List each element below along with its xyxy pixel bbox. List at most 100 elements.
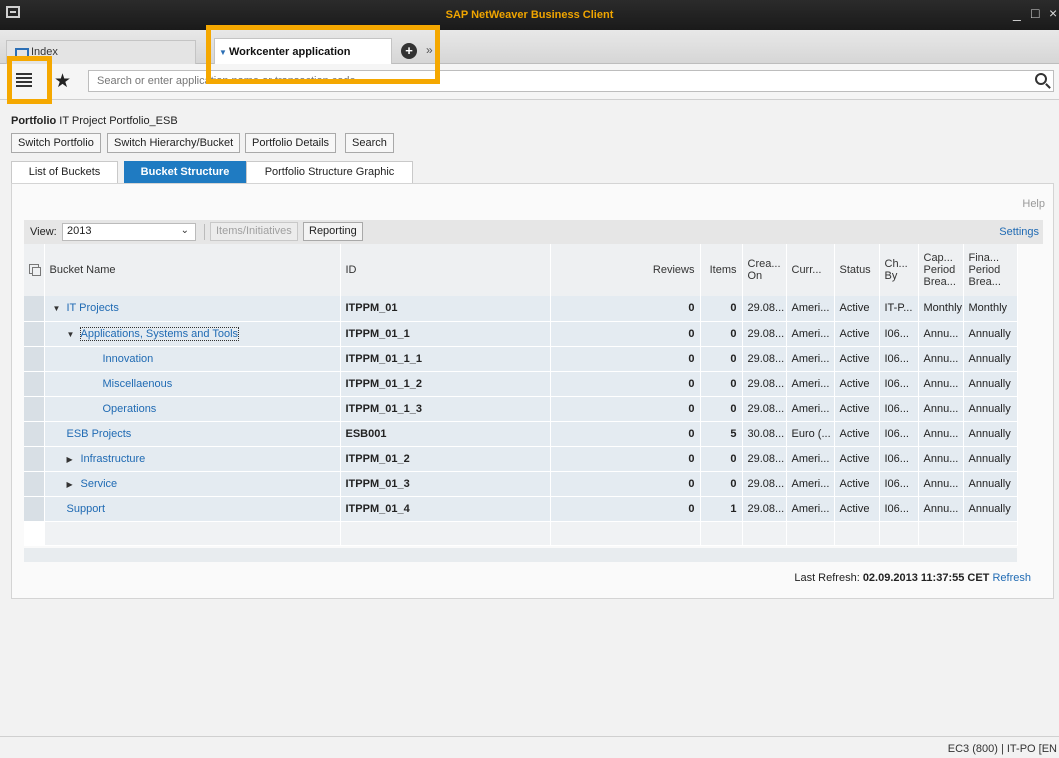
- cell-cap-period: Annu...: [918, 396, 964, 422]
- table-row[interactable]: Operations ITPPM_01_1_3 0 0 29.08... Ameri...…: [24, 396, 1018, 422]
- help-link[interactable]: Help: [1022, 198, 1045, 210]
- collapsed-caret-icon[interactable]: ▶: [67, 480, 81, 489]
- column-bucket-name[interactable]: Bucket Name: [44, 244, 341, 296]
- bucket-name-link[interactable]: Service: [81, 478, 118, 490]
- table-row[interactable]: Innovation ITPPM_01_1_1 0 0 29.08... Ameri...…: [24, 346, 1018, 372]
- cell-reviews: 0: [550, 421, 701, 447]
- row-selector[interactable]: [24, 496, 45, 522]
- table-row[interactable]: ▼ Applications, Systems and Tools ITPPM_01…: [24, 321, 1018, 347]
- table-row[interactable]: Miscellaenous ITPPM_01_1_2 0 0 29.08... Ameri…: [24, 371, 1018, 397]
- expanded-caret-icon[interactable]: ▼: [53, 304, 67, 313]
- table-row[interactable]: ESB Projects ESB001 0 5 30.08... Euro (... Act…: [24, 421, 1018, 447]
- cell-cap-period: Annu...: [918, 421, 964, 447]
- cell-currency: Ameri...: [786, 296, 835, 322]
- switch-hierarchy-button[interactable]: Switch Hierarchy/Bucket: [107, 133, 241, 153]
- cell-bucket-name[interactable]: Innovation: [44, 346, 341, 372]
- reporting-button[interactable]: Reporting: [303, 222, 363, 241]
- row-selector[interactable]: [24, 346, 45, 372]
- close-button[interactable]: ×: [1049, 5, 1057, 21]
- cell-items: 0: [700, 346, 743, 372]
- cell-fin-period: Annually: [963, 371, 1018, 397]
- settings-link[interactable]: Settings: [999, 226, 1039, 238]
- column-created-on[interactable]: Crea... On: [742, 244, 787, 296]
- cell-bucket-name[interactable]: ▶ Service: [44, 471, 341, 497]
- tab-list-of-buckets[interactable]: List of Buckets: [11, 161, 118, 183]
- row-selector[interactable]: [24, 471, 45, 497]
- favorites-star-icon[interactable]: ★: [54, 70, 71, 93]
- view-value: 2013: [67, 225, 92, 237]
- empty-cell: [918, 521, 964, 546]
- portfolio-details-button[interactable]: Portfolio Details: [245, 133, 337, 153]
- minimize-button[interactable]: _: [1013, 5, 1021, 21]
- cell-status: Active: [834, 496, 880, 522]
- cell-fin-period: Annually: [963, 321, 1018, 347]
- cell-changed-by: I06...: [879, 396, 919, 422]
- column-id[interactable]: ID: [340, 244, 551, 296]
- bucket-name-link[interactable]: Operations: [103, 403, 157, 415]
- row-selector[interactable]: [24, 296, 45, 322]
- cell-bucket-name[interactable]: ESB Projects: [44, 421, 341, 447]
- bucket-name-link[interactable]: Applications, Systems and Tools: [79, 326, 240, 341]
- bucket-name-link[interactable]: ESB Projects: [67, 428, 132, 440]
- row-selector[interactable]: [24, 446, 45, 472]
- view-select[interactable]: 2013 ⌄: [62, 223, 196, 241]
- tab-portfolio-structure-graphic[interactable]: Portfolio Structure Graphic: [246, 161, 413, 183]
- collapsed-caret-icon[interactable]: ▶: [67, 455, 81, 464]
- table-row[interactable]: ▶ Service ITPPM_01_3 0 0 29.08... Ameri... Acti…: [24, 471, 1018, 497]
- select-all-header[interactable]: [24, 244, 45, 296]
- expanded-caret-icon[interactable]: ▼: [67, 330, 81, 339]
- table-row[interactable]: Support ITPPM_01_4 0 1 29.08... Ameri... Activ…: [24, 496, 1018, 522]
- switch-portfolio-button[interactable]: Switch Portfolio: [11, 133, 101, 153]
- table-row[interactable]: ▶ Infrastructure ITPPM_01_2 0 0 29.08... Ameri…: [24, 446, 1018, 472]
- bucket-name-link[interactable]: Support: [67, 503, 106, 515]
- cell-bucket-name[interactable]: ▼ IT Projects: [44, 296, 341, 322]
- column-reviews[interactable]: Reviews: [550, 244, 701, 296]
- row-selector[interactable]: [24, 421, 45, 447]
- cell-reviews: 0: [550, 371, 701, 397]
- cell-bucket-name[interactable]: ▼ Applications, Systems and Tools: [44, 321, 341, 347]
- row-selector[interactable]: [24, 371, 45, 397]
- cell-bucket-name[interactable]: Support: [44, 496, 341, 522]
- cell-created-on: 29.08...: [742, 471, 787, 497]
- cell-currency: Ameri...: [786, 396, 835, 422]
- tab-bucket-structure[interactable]: Bucket Structure: [124, 161, 246, 183]
- empty-cell: [340, 521, 551, 546]
- cell-changed-by: I06...: [879, 496, 919, 522]
- bucket-name-link[interactable]: Infrastructure: [81, 453, 146, 465]
- search-icon[interactable]: [1035, 73, 1047, 85]
- bucket-name-link[interactable]: IT Projects: [67, 302, 119, 314]
- cell-fin-period: Annually: [963, 496, 1018, 522]
- column-changed-by[interactable]: Ch... By: [879, 244, 919, 296]
- bucket-name-link[interactable]: Innovation: [103, 353, 154, 365]
- cell-items: 5: [700, 421, 743, 447]
- empty-cell: [834, 521, 880, 546]
- row-selector[interactable]: [24, 321, 45, 347]
- cell-changed-by: I06...: [879, 346, 919, 372]
- select-all-icon[interactable]: [29, 263, 41, 276]
- cell-changed-by: I06...: [879, 371, 919, 397]
- items-initiatives-button[interactable]: Items/Initiatives: [210, 222, 298, 241]
- search-button[interactable]: Search: [345, 133, 394, 153]
- cell-bucket-name[interactable]: Operations: [44, 396, 341, 422]
- cell-fin-period: Annually: [963, 446, 1018, 472]
- cell-bucket-name[interactable]: Miscellaenous: [44, 371, 341, 397]
- maximize-button[interactable]: □: [1031, 5, 1039, 21]
- cell-bucket-name[interactable]: ▶ Infrastructure: [44, 446, 341, 472]
- column-items[interactable]: Items: [700, 244, 743, 296]
- refresh-link[interactable]: Refresh: [992, 572, 1031, 584]
- title-bar: SAP NetWeaver Business Client _ □ ×: [0, 0, 1059, 30]
- column-currency[interactable]: Curr...: [786, 244, 835, 296]
- cell-id: ITPPM_01_1_3: [340, 396, 551, 422]
- bucket-name-link[interactable]: Miscellaenous: [103, 378, 173, 390]
- column-fin-period[interactable]: Fina... Period Brea...: [963, 244, 1018, 296]
- cell-cap-period: Annu...: [918, 321, 964, 347]
- cell-fin-period: Annually: [963, 396, 1018, 422]
- cell-created-on: 29.08...: [742, 296, 787, 322]
- bucket-structure-panel: Help View: 2013 ⌄ Items/Initiatives Repo…: [11, 183, 1054, 599]
- column-status[interactable]: Status: [834, 244, 880, 296]
- cell-fin-period: Monthly: [963, 296, 1018, 322]
- table-row[interactable]: ▼ IT Projects ITPPM_01 0 0 29.08... Ameri... Ac…: [24, 296, 1018, 322]
- column-cap-period[interactable]: Cap... Period Brea...: [918, 244, 964, 296]
- row-selector[interactable]: [24, 396, 45, 422]
- cell-cap-period: Annu...: [918, 471, 964, 497]
